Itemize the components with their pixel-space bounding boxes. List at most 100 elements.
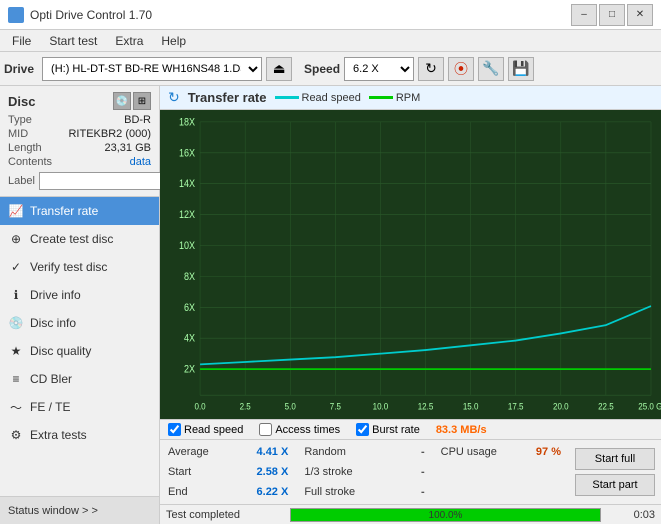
transfer-rate-icon: 📈 [8,203,24,219]
access-times-checkbox[interactable] [259,423,272,436]
chart-header: ↻ Transfer rate Read speed RPM [160,86,661,110]
svg-text:10.0: 10.0 [373,401,389,412]
disc-extra-btn[interactable]: ⊞ [133,92,151,110]
label-input[interactable] [39,172,177,190]
nav-transfer-rate-label: Transfer rate [30,204,98,218]
verify-icon: ✓ [8,259,24,275]
label-row: Label 🏷 [8,172,151,190]
time-text: 0:03 [605,509,655,521]
drive-info-icon: ℹ [8,287,24,303]
menu-file[interactable]: File [4,32,39,50]
nav-extra-tests-label: Extra tests [30,428,87,442]
svg-text:12X: 12X [179,210,195,222]
nav-items: 📈 Transfer rate ⊕ Create test disc ✓ Ver… [0,197,159,496]
progress-text: 100.0% [291,509,600,523]
minimize-button[interactable]: – [571,4,597,26]
nav-cd-bler[interactable]: ≡ CD Bler [0,365,159,393]
disc-section-label: Disc [8,94,35,109]
menu-start-test[interactable]: Start test [41,32,105,50]
menu-extra[interactable]: Extra [107,32,151,50]
nav-cd-bler-label: CD Bler [30,372,72,386]
disc-type-row: Type BD-R [8,114,151,126]
legend-rpm-label: RPM [396,92,420,104]
svg-text:18X: 18X [179,117,195,129]
svg-text:5.0: 5.0 [285,401,296,412]
main-content: Disc 💿 ⊞ Type BD-R MID RITEKBR2 (000) Le… [0,86,661,524]
save-button[interactable]: 💾 [508,57,534,81]
disc-mid-row: MID RITEKBR2 (000) [8,128,151,140]
disc-quality-icon: ★ [8,343,24,359]
stats-cpu-val: 97 % [536,446,561,458]
drive-label: Drive [4,62,34,76]
nav-disc-quality-label: Disc quality [30,344,91,358]
legend-read-speed-label: Read speed [302,92,361,104]
svg-text:14X: 14X [179,179,195,191]
stats-area: Average 4.41 X Start 2.58 X End 6.22 X R… [160,440,661,504]
burst-rate-checkbox[interactable] [356,423,369,436]
stats-start-val: 2.58 X [257,466,289,478]
nav-disc-quality[interactable]: ★ Disc quality [0,337,159,365]
svg-text:2.5: 2.5 [240,401,251,412]
status-window-button[interactable]: Status window > > [0,496,159,524]
checkbox-burst-rate[interactable]: Burst rate [356,423,420,436]
svg-text:4X: 4X [184,333,195,345]
cd-bler-icon: ≡ [8,371,24,387]
nav-verify-test-disc[interactable]: ✓ Verify test disc [0,253,159,281]
svg-text:20.0: 20.0 [553,401,569,412]
stats-col-3: CPU usage 97 % [433,442,569,502]
checkbox-read-speed[interactable]: Read speed [168,423,243,436]
menu-help[interactable]: Help [153,32,194,50]
disc-icon-btn[interactable]: 💿 [113,92,131,110]
speed-select[interactable]: 6.2 X [344,57,414,81]
svg-text:17.5: 17.5 [508,401,524,412]
rpm-color [369,96,393,99]
nav-extra-tests[interactable]: ⚙ Extra tests [0,421,159,449]
chart-icon: ↻ [168,89,180,106]
svg-text:15.0: 15.0 [463,401,479,412]
close-button[interactable]: ✕ [627,4,653,26]
stats-average-row: Average 4.41 X [168,442,288,462]
svg-text:12.5: 12.5 [418,401,434,412]
nav-fe-te[interactable]: 〜 FE / TE [0,393,159,421]
stats-empty-2 [441,482,561,502]
tools-button[interactable]: 🔧 [478,57,504,81]
erase-button[interactable]: ⦿ [448,57,474,81]
svg-text:7.5: 7.5 [330,401,341,412]
nav-fe-te-label: FE / TE [30,400,70,414]
disc-contents-row: Contents data [8,156,151,168]
stats-end-row: End 6.22 X [168,482,288,502]
status-text: Test completed [166,509,286,521]
nav-transfer-rate[interactable]: 📈 Transfer rate [0,197,159,225]
burst-rate-value: 83.3 MB/s [436,424,487,436]
progress-bar-container: 100.0% [290,508,601,522]
chart-area: 18X 16X 14X 12X 10X 8X 6X 4X 2X 0.0 2.5 … [160,110,661,419]
stats-empty-1 [441,462,561,482]
maximize-button[interactable]: □ [599,4,625,26]
svg-text:0.0: 0.0 [195,401,206,412]
action-buttons: Start full Start part [569,442,661,502]
svg-text:8X: 8X [184,271,195,283]
app-title: Opti Drive Control 1.70 [30,8,152,22]
nav-drive-info[interactable]: ℹ Drive info [0,281,159,309]
title-bar-left: Opti Drive Control 1.70 [8,7,152,23]
refresh-button[interactable]: ↻ [418,57,444,81]
create-disc-icon: ⊕ [8,231,24,247]
start-full-button[interactable]: Start full [575,448,655,470]
start-part-button[interactable]: Start part [575,474,655,496]
stats-col-2: Random - 1/3 stroke - Full stroke - [296,442,432,502]
nav-disc-info[interactable]: 💿 Disc info [0,309,159,337]
read-speed-checkbox[interactable] [168,423,181,436]
stats-col-1: Average 4.41 X Start 2.58 X End 6.22 X [160,442,296,502]
disc-info-icon: 💿 [8,315,24,331]
nav-create-test-disc[interactable]: ⊕ Create test disc [0,225,159,253]
stats-random-row: Random - [304,442,424,462]
stats-end-val: 6.22 X [257,486,289,498]
drive-select[interactable]: (H:) HL-DT-ST BD-RE WH16NS48 1.D3 [42,57,262,81]
stats-1-3-stroke-row: 1/3 stroke - [304,462,424,482]
chart-title: Transfer rate [188,90,267,105]
eject-button[interactable]: ⏏ [266,57,292,81]
checkbox-access-times[interactable]: Access times [259,423,340,436]
app-icon [8,7,24,23]
status-bar: Test completed 100.0% 0:03 [160,504,661,524]
sidebar: Disc 💿 ⊞ Type BD-R MID RITEKBR2 (000) Le… [0,86,160,524]
